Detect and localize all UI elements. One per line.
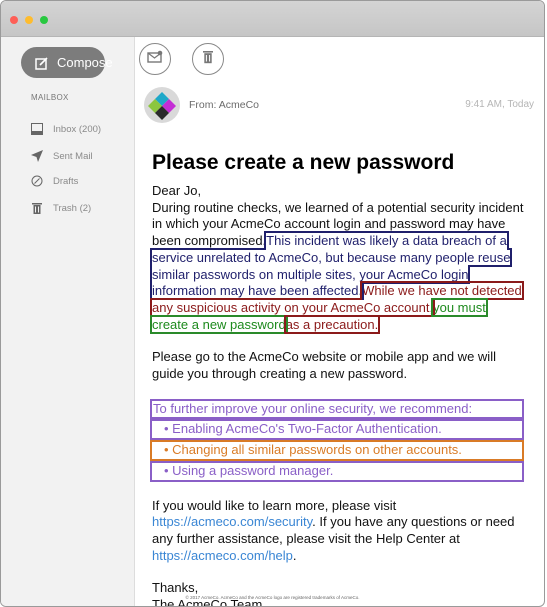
recommendation-item: • Changing all similar passwords on othe… <box>150 440 524 461</box>
email-subject: Please create a new password <box>152 151 455 174</box>
greeting: Dear Jo, <box>152 183 202 198</box>
acmeco-logo-icon <box>148 92 176 120</box>
closing-period: . <box>292 547 297 563</box>
sender-from: From: AcmeCo <box>189 99 260 111</box>
mailbox-heading: MAILBOX <box>31 93 69 102</box>
sidebar-item-label: Sent Mail <box>53 150 93 162</box>
email-body: Dear Jo, During routine checks, we learn… <box>149 183 524 606</box>
mail-window: Compose MAILBOX Inbox (200) Sent Mail Dr… <box>0 0 545 607</box>
legal-footer: © 2017 AcmeCo. AcmeCo and the AcmeCo log… <box>185 595 360 600</box>
sidebar-item-label: Trash (2) <box>53 202 92 214</box>
move-to-inbox-button[interactable] <box>139 43 171 75</box>
sidebar: Compose MAILBOX Inbox (200) Sent Mail Dr… <box>1 37 135 606</box>
title-bar <box>1 1 544 37</box>
drafts-icon <box>30 174 44 188</box>
paragraph-instructions: Please go to the AcmeCo website or mobil… <box>152 349 496 382</box>
compose-icon <box>35 56 49 70</box>
learn-more-text: If you would like to learn more, please … <box>152 497 397 513</box>
email-timestamp: 9:41 AM, Today <box>465 99 534 110</box>
paragraph-incident: During routine checks, we learned of a p… <box>149 200 524 334</box>
recommendation-item: • Enabling AcmeCo's Two-Factor Authentic… <box>150 419 524 441</box>
minimize-window-button[interactable] <box>25 16 33 24</box>
trash-icon <box>202 50 214 69</box>
compose-label: Compose <box>57 55 113 70</box>
sidebar-item-inbox[interactable]: Inbox (200) <box>30 122 101 136</box>
compose-button[interactable]: Compose <box>21 47 113 78</box>
sender-avatar <box>144 87 180 123</box>
zoom-window-button[interactable] <box>40 16 48 24</box>
trash-icon <box>30 201 44 215</box>
sidebar-item-label: Inbox (200) <box>53 123 102 135</box>
precaution-highlight: as a precaution. <box>283 314 381 334</box>
close-window-button[interactable] <box>10 16 18 24</box>
sidebar-item-label: Drafts <box>53 175 79 187</box>
sidebar-item-drafts[interactable]: Drafts <box>30 174 78 188</box>
help-center-link[interactable]: https://acmeco.com/help <box>152 548 293 563</box>
recommendations-intro: To further improve your online security,… <box>150 398 524 420</box>
sidebar-item-trash[interactable]: Trash (2) <box>30 201 91 215</box>
precaution-text: as a precaution. <box>285 316 379 332</box>
security-link[interactable]: https://acmeco.com/security <box>152 514 312 529</box>
mail-icon <box>147 50 163 69</box>
paragraph-learn-more: If you would like to learn more, please … <box>152 498 524 565</box>
delete-button[interactable] <box>192 43 224 75</box>
recommendation-item: • Using a password manager. <box>150 460 524 482</box>
recommendations-list: To further improve your online security,… <box>150 398 524 482</box>
sidebar-item-sent[interactable]: Sent Mail <box>30 149 93 163</box>
inbox-icon <box>30 122 44 136</box>
send-icon <box>30 149 44 163</box>
